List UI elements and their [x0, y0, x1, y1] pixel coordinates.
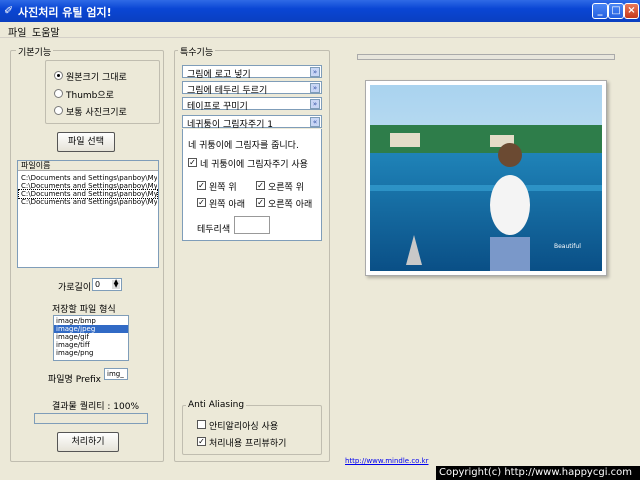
chevron-up-icon[interactable]: « [310, 117, 320, 127]
menu-help[interactable]: 도움말 [32, 24, 60, 39]
chevron-down-icon[interactable]: » [310, 99, 320, 109]
radio-thumb[interactable] [54, 89, 63, 98]
list-item[interactable]: image/png [54, 349, 128, 357]
corner-top-right-label: 오른쪽 위 [268, 183, 304, 193]
preview-photo: Beautiful [365, 80, 607, 276]
width-value: 0 [95, 280, 101, 289]
preview-progress-bar [357, 54, 615, 60]
close-button[interactable]: × [624, 3, 639, 19]
list-item[interactable]: image/tiff [54, 341, 128, 349]
format-label: 저장할 파일 형식 [52, 305, 116, 315]
section-logo-label: 그림에 로고 넣기 [187, 70, 251, 80]
process-button[interactable]: 처리하기 [57, 432, 119, 452]
corner-bottom-right-checkbox[interactable]: ✓ [256, 198, 265, 207]
menu-bar: 파일 도움말 [0, 22, 640, 39]
width-stepper[interactable]: 0 ▲ ▼ [92, 278, 122, 291]
app-icon: ✐ [4, 4, 14, 17]
border-color-label: 테두리색 [197, 225, 231, 235]
section-border-label: 그림에 테두리 두르기 [187, 86, 268, 96]
anti-aliasing-group-label: Anti Aliasing [186, 400, 247, 410]
width-label: 가로길이 [58, 283, 92, 293]
chevron-down-icon[interactable]: » [310, 67, 320, 77]
radio-original[interactable] [54, 71, 63, 80]
corner-top-left-label: 왼쪽 위 [209, 183, 237, 193]
basic-group-label: 기본기능 [16, 45, 54, 58]
quality-label: 결과물 퀄리티 : 100% [52, 402, 140, 412]
shadow-enable-checkbox[interactable]: ✓ [188, 158, 197, 167]
stepper-arrows-icon[interactable]: ▲ ▼ [112, 279, 120, 289]
list-item[interactable]: C:\Documents and Settings\panboy\My Do..… [19, 182, 157, 190]
file-list-header[interactable]: 파일이름 [18, 161, 158, 171]
format-list[interactable]: image/bmp image/jpeg image/gif image/tif… [53, 315, 129, 361]
menu-file[interactable]: 파일 [8, 24, 26, 39]
border-color-swatch[interactable] [234, 216, 270, 234]
special-group-label: 특수기능 [178, 45, 216, 58]
anti-aliasing-label: 안티알리아싱 사용 [209, 422, 279, 432]
radio-normal[interactable] [54, 106, 63, 115]
list-item[interactable]: image/bmp [54, 317, 128, 325]
shadow-enable-label: 네 귀퉁이에 그림자주기 사용 [200, 160, 308, 170]
select-file-button[interactable]: 파일 선택 [57, 132, 115, 152]
list-item[interactable]: C:\Documents and Settings\panboy\My Do..… [19, 174, 157, 182]
preview-label: 처리내용 프리뷰하기 [209, 439, 287, 449]
corner-bottom-left-label: 왼쪽 아래 [209, 200, 245, 210]
corner-top-right-checkbox[interactable]: ✓ [256, 181, 265, 190]
corner-bottom-left-checkbox[interactable]: ✓ [197, 198, 206, 207]
section-tape-label: 테이프로 꾸미기 [187, 102, 248, 112]
title-bar[interactable]: ✐ 사진처리 유틸 엄지! _ □ × [0, 0, 640, 22]
list-item[interactable]: image/gif [54, 333, 128, 341]
list-item[interactable]: C:\Documents and Settings\panboy\My Do..… [19, 198, 157, 206]
list-item-selected[interactable]: image/jpeg [54, 325, 128, 333]
preview-checkbox[interactable]: ✓ [197, 437, 206, 446]
radio-thumb-label: Thumb으로 [66, 91, 114, 101]
prefix-label: 파일명 Prefix [48, 375, 102, 385]
window-title: 사진처리 유틸 엄지! [18, 6, 112, 19]
shadow-description: 네 귀퉁이에 그림자를 줍니다. [188, 141, 299, 151]
corner-bottom-right-label: 오른쪽 아래 [268, 200, 313, 210]
chevron-down-icon[interactable]: » [310, 83, 320, 93]
section-tape[interactable]: 테이프로 꾸미기 » [182, 97, 322, 112]
quality-bar[interactable] [34, 413, 148, 424]
radio-original-label: 원본크기 그대로 [66, 73, 127, 83]
copyright-bar: Copyright(c) http://www.happycgi.com [436, 466, 640, 480]
section-shadow[interactable]: 네귀퉁이 그림자주기 1 « [182, 115, 322, 130]
section-border[interactable]: 그림에 테두리 두르기 » [182, 81, 322, 96]
maximize-button[interactable]: □ [608, 3, 624, 19]
homepage-link[interactable]: http://www.mindle.co.kr [345, 457, 429, 465]
radio-normal-label: 보통 사진크기로 [66, 108, 127, 118]
section-logo[interactable]: 그림에 로고 넣기 » [182, 65, 322, 80]
anti-aliasing-checkbox[interactable] [197, 420, 206, 429]
photo-caption: Beautiful [554, 243, 581, 250]
corner-top-left-checkbox[interactable]: ✓ [197, 181, 206, 190]
minimize-button[interactable]: _ [592, 3, 608, 19]
list-item[interactable]: C:\Documents and Settings\panboy\My Do..… [18, 189, 158, 199]
quality-bar-fill [35, 414, 147, 423]
prefix-input[interactable]: img_ [104, 368, 128, 380]
